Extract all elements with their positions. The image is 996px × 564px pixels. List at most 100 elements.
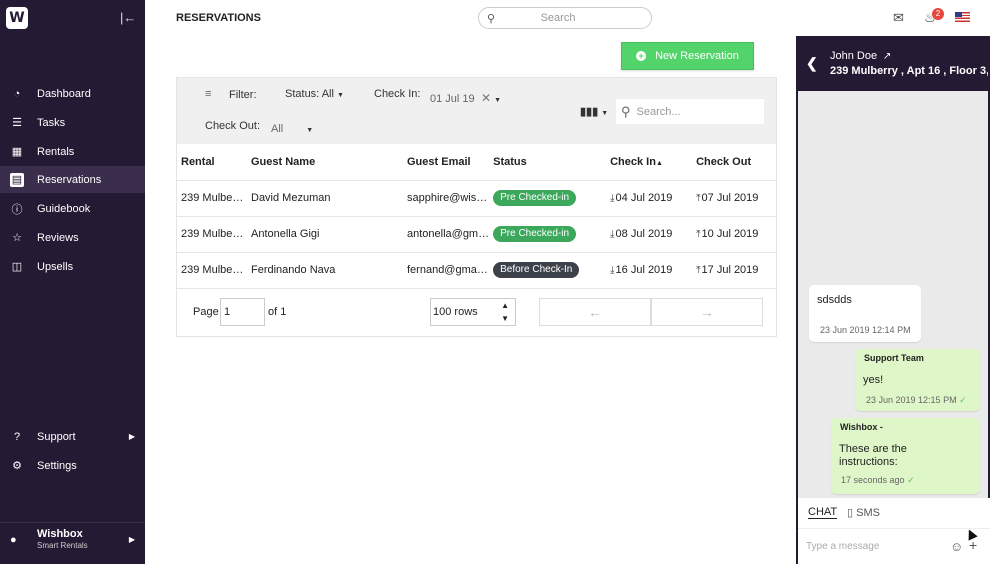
next-page-button[interactable]: → [651, 298, 763, 326]
sidebar-item-reviews[interactable]: ☆ Reviews [0, 224, 145, 251]
table-search-input[interactable]: ⚲ Search... [615, 98, 765, 125]
page-number-input[interactable]: 1 [220, 298, 265, 326]
star-icon: ☆ [12, 232, 22, 244]
columns-icon: ▮▮▮ [580, 106, 599, 118]
emoji-icon[interactable]: ☺ [950, 539, 963, 554]
check-in-icon: ⤓ [610, 229, 615, 240]
rentals-icon: ▦ [11, 146, 23, 158]
message-time-text: 17 seconds ago [841, 475, 905, 485]
table-row[interactable]: 239 Mulbe… Ferdinando Nava fernand@gma… … [177, 252, 776, 289]
dashboard-icon: ◔ [13, 87, 21, 100]
check-out-icon: ⤒ [696, 193, 701, 204]
checkout-filter[interactable]: All ▼ [271, 123, 313, 135]
checkin-filter[interactable]: 01 Jul 19 ✕ ▼ [430, 91, 501, 105]
column-header-check-in[interactable]: Check In▲ [606, 144, 693, 181]
clear-icon[interactable]: ✕ [478, 91, 491, 105]
sidebar-item-guidebook[interactable]: ⓘ Guidebook [0, 195, 145, 222]
sidebar-item-support[interactable]: ? Support ▶ [0, 423, 145, 450]
column-header-status[interactable]: Status [489, 144, 607, 181]
checkout-filter-value: All [271, 123, 284, 135]
status-filter-label: Status: [285, 88, 320, 100]
sidebar-item-tasks[interactable]: ☰ Tasks [0, 109, 145, 136]
brand-subtitle: Smart Rentals [37, 541, 88, 550]
column-header-rental[interactable]: Rental [177, 144, 247, 181]
sidebar-item-settings[interactable]: ⚙ Settings [0, 452, 145, 479]
check-in-header-label: Check In [610, 155, 656, 168]
cell-check-in: ⤓16 Jul 2019 [606, 252, 693, 289]
reservations-table: Rental Guest Name Guest Email Status Che… [177, 144, 776, 289]
tab-sms[interactable]: ▯ SMS [847, 506, 880, 519]
status-badge: Before Check-In [493, 262, 580, 278]
columns-toggle[interactable]: ▮▮▮ ▼ [580, 105, 608, 118]
guest-address: 239 Mulberry , Apt 16 , Floor 3, New Yor… [830, 65, 988, 77]
guest-name-text: John Doe [830, 50, 878, 62]
caret-down-icon: ▼ [601, 110, 609, 117]
guest-name[interactable]: John Doe ↗ [830, 50, 891, 62]
search-placeholder: Search [540, 12, 576, 24]
column-header-check-out[interactable]: Check Out [692, 144, 776, 181]
global-search-input[interactable]: ⚲ Search [478, 7, 652, 29]
check-out-icon: ⤒ [696, 229, 701, 240]
back-icon[interactable]: ❮ [806, 55, 818, 72]
sidebar-item-reservations[interactable]: ▤ Reservations [0, 166, 145, 193]
page-label: Page [193, 306, 219, 318]
page-title: RESERVATIONS [176, 12, 261, 24]
cell-check-out: ⤒17 Jul 2019 [692, 252, 776, 289]
filter-label: Filter: [229, 89, 257, 101]
check-in-icon: ⤓ [610, 193, 615, 204]
sidebar-item-dashboard[interactable]: ◔ Dashboard [0, 80, 145, 107]
gear-icon: ⚙ [12, 460, 22, 472]
new-reservation-label: New Reservation [655, 50, 739, 62]
table-row[interactable]: 239 Mulbe… David Mezuman sapphire@wis… P… [177, 180, 776, 217]
message-text: sdsdds [817, 294, 852, 306]
collapse-sidebar-icon[interactable]: |← [120, 10, 136, 25]
tab-sms-label: SMS [856, 507, 880, 519]
rows-per-page-value: 100 rows [433, 306, 478, 318]
check-in-date: 04 Jul 2019 [615, 192, 673, 204]
cell-status: Pre Checked-in [489, 180, 607, 217]
app-logo[interactable]: W [6, 7, 28, 29]
check-in-date: 08 Jul 2019 [615, 228, 673, 240]
cell-guest-email: sapphire@wis… [403, 180, 490, 217]
caret-down-icon: ▼ [337, 92, 344, 99]
cell-guest-email: antonella@gm… [403, 216, 490, 253]
message-text: yes! [863, 374, 884, 386]
account-menu[interactable]: ● Wishbox Smart Rentals ▶ [0, 522, 145, 556]
caret-down-icon: ▼ [494, 97, 502, 104]
tab-chat[interactable]: CHAT [808, 506, 838, 519]
checkin-filter-label: Check In: [374, 88, 421, 100]
cell-status: Pre Checked-in [489, 216, 607, 253]
sidebar-item-label: Support [37, 430, 76, 443]
message-input-placeholder: Type a message [806, 541, 880, 552]
check-in-icon: ⤓ [610, 265, 615, 276]
us-flag-icon[interactable] [955, 12, 970, 22]
table-row[interactable]: 239 Mulbe… Antonella Gigi antonella@gm… … [177, 216, 776, 253]
user-icon: ● [10, 533, 17, 546]
sidebar-item-rentals[interactable]: ▦ Rentals [0, 138, 145, 165]
prev-page-button[interactable]: ← [539, 298, 651, 326]
check-out-date: 10 Jul 2019 [701, 228, 759, 240]
message-input[interactable]: Type a message ☺ + [798, 528, 990, 564]
message-sender: Support Team [864, 353, 924, 363]
messages-icon[interactable]: ✉ [893, 10, 904, 26]
cell-check-in: ⤓04 Jul 2019 [606, 180, 693, 217]
column-header-guest-name[interactable]: Guest Name [247, 144, 403, 181]
chat-header: ❮ John Doe ↗ 239 Mulberry , Apt 16 , Flo… [798, 36, 990, 91]
stepper-icon: ▲ ▼ [501, 301, 509, 323]
search-icon: ⚲ [487, 12, 496, 25]
caret-down-icon: ▼ [306, 127, 314, 134]
chat-channel-tabs: CHAT ▯ SMS [798, 498, 990, 528]
status-filter[interactable]: Status: All ▼ [285, 88, 344, 100]
rows-per-page-select[interactable]: 100 rows ▲ ▼ [430, 298, 516, 326]
sidebar-item-label: Reservations [37, 173, 102, 186]
sidebar-item-upsells[interactable]: ◫ Upsells [0, 253, 145, 280]
sidebar: W |← ◔ Dashboard ☰ Tasks ▦ Rentals ▤ Res… [0, 0, 145, 564]
new-reservation-button[interactable]: + New Reservation [621, 42, 754, 70]
column-header-guest-email[interactable]: Guest Email [403, 144, 490, 181]
cell-rental: 239 Mulbe… [177, 180, 247, 217]
chat-message-incoming: sdsdds 23 Jun 2019 12:14 PM [809, 285, 921, 342]
chat-message-outgoing: Wishbox - These are the instructions: 17… [831, 418, 980, 494]
check-out-date: 07 Jul 2019 [701, 192, 759, 204]
sort-asc-icon: ▲ [655, 159, 663, 167]
search-icon: ⚲ [621, 103, 631, 119]
